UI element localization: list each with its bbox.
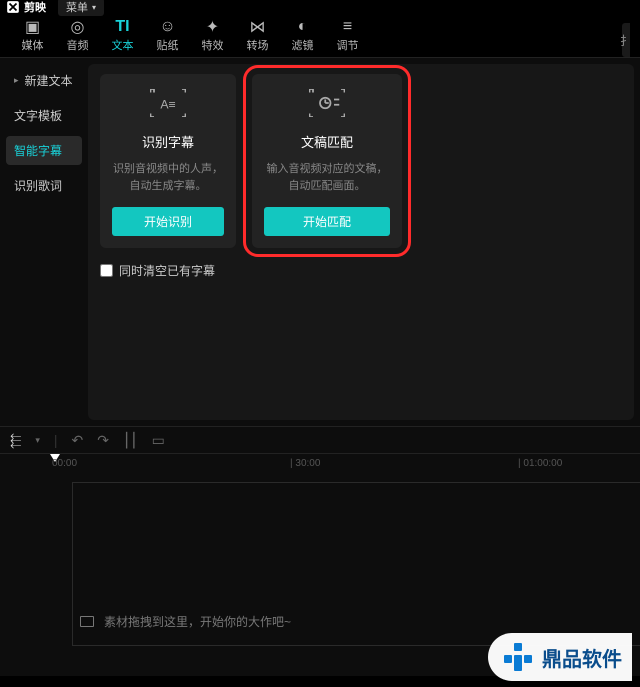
sidebar-item-label: 文字模板 xyxy=(14,107,62,124)
clear-captions-checkbox[interactable]: 同时清空已有字幕 xyxy=(100,262,622,279)
pointer-tool-icon[interactable]: ⬱ xyxy=(10,432,21,449)
app-name: 剪映 xyxy=(24,0,46,15)
main-panel: 新建文本 文字模板 智能字幕 识别歌词 A≡ 识别字幕 识别音视频中的人声，自动… xyxy=(0,58,640,426)
app-logo-icon xyxy=(6,0,20,14)
ruler-time-1: | 30:00 xyxy=(290,458,320,469)
card-title: 文稿匹配 xyxy=(301,132,353,151)
menu-dropdown[interactable]: 菜单 ▾ xyxy=(58,0,104,16)
sidebar-item-lyrics[interactable]: 识别歌词 xyxy=(6,171,82,200)
tab-label: 贴纸 xyxy=(157,37,179,53)
text-icon: TI xyxy=(115,17,129,37)
start-recognize-button[interactable]: 开始识别 xyxy=(112,207,224,236)
tab-label: 调节 xyxy=(337,37,359,53)
tab-media[interactable]: ▣ 媒体 xyxy=(10,17,55,57)
media-icon: ▣ xyxy=(25,17,40,37)
card-recognize-caption: A≡ 识别字幕 识别音视频中的人声，自动生成字幕。 开始识别 xyxy=(100,74,236,248)
card-title: 识别字幕 xyxy=(142,132,194,151)
tool-tabs: ▣ 媒体 ◎ 音频 TI 文本 ☺ 贴纸 ✦ 特效 ⋈ 转场 ◐ 滤镜 ≡ 调节… xyxy=(0,14,640,58)
sticker-icon: ☺ xyxy=(159,17,175,37)
timeline-ruler[interactable]: 00:00 | 30:00 | 01:00:00 xyxy=(0,454,640,476)
caption-icon: A≡ xyxy=(150,88,186,118)
filter-icon: ◐ xyxy=(298,17,308,37)
sidebar-item-label: 新建文本 xyxy=(25,72,73,89)
effects-icon: ✦ xyxy=(206,17,219,37)
tab-label: 文本 xyxy=(112,37,134,53)
sidebar-item-text-template[interactable]: 文字模板 xyxy=(6,101,82,130)
audio-icon: ◎ xyxy=(71,17,85,37)
card-script-match: 文稿匹配 输入音视频对应的文稿，自动匹配画面。 开始匹配 xyxy=(252,74,402,248)
tab-effects[interactable]: ✦ 特效 xyxy=(190,17,235,57)
tab-label: 特效 xyxy=(202,37,224,53)
ruler-time-0: 00:00 xyxy=(52,458,77,469)
drop-hint: 素材拖拽到这里，开始你的大作吧~ xyxy=(80,613,291,630)
tab-label: 音频 xyxy=(67,37,89,53)
ruler-time-2: | 01:00:00 xyxy=(518,458,562,469)
tab-label: 媒体 xyxy=(22,37,44,53)
sidebar-item-label: 识别歌词 xyxy=(14,177,62,194)
divider: | xyxy=(54,432,58,448)
chevron-down-icon: ▾ xyxy=(92,3,96,12)
svg-text:A≡: A≡ xyxy=(160,97,175,111)
content-area: A≡ 识别字幕 识别音视频中的人声，自动生成字幕。 开始识别 xyxy=(88,64,634,420)
clear-captions-label: 同时清空已有字幕 xyxy=(119,262,215,279)
tab-sticker[interactable]: ☺ 贴纸 xyxy=(145,17,190,57)
tab-adjust[interactable]: ≡ 调节 xyxy=(325,17,370,57)
drop-hint-text: 素材拖拽到这里，开始你的大作吧~ xyxy=(104,613,291,630)
watermark-logo-icon xyxy=(502,641,534,673)
right-panel-stub[interactable]: 扌 xyxy=(622,23,630,57)
undo-icon[interactable]: ↶ xyxy=(72,432,84,449)
watermark: 鼎品软件 xyxy=(488,633,632,681)
clear-captions-input[interactable] xyxy=(100,264,113,277)
tab-audio[interactable]: ◎ 音频 xyxy=(55,17,100,57)
menu-label: 菜单 xyxy=(66,0,88,15)
timeline-toolbar: ⬱ ▾ | ↶ ↷ ⎮⎮ ▭ xyxy=(0,426,640,454)
titlebar: 剪映 菜单 ▾ xyxy=(0,0,640,14)
delete-icon[interactable]: ▭ xyxy=(152,432,165,449)
cards-row: A≡ 识别字幕 识别音视频中的人声，自动生成字幕。 开始识别 xyxy=(100,74,622,248)
clip-icon xyxy=(80,616,94,627)
transition-icon: ⋈ xyxy=(250,17,266,37)
tab-filter[interactable]: ◐ 滤镜 xyxy=(280,17,325,57)
tab-label: 滤镜 xyxy=(292,37,314,53)
watermark-text: 鼎品软件 xyxy=(542,643,622,672)
sidebar-item-smart-caption[interactable]: 智能字幕 xyxy=(6,136,82,165)
sidebar-item-new-text[interactable]: 新建文本 xyxy=(6,66,82,95)
tab-label: 转场 xyxy=(247,37,269,53)
card-desc: 输入音视频对应的文稿，自动匹配画面。 xyxy=(264,161,390,195)
script-match-icon xyxy=(309,88,345,118)
tab-text[interactable]: TI 文本 xyxy=(100,17,145,57)
tab-transition[interactable]: ⋈ 转场 xyxy=(235,17,280,57)
chevron-down-icon[interactable]: ▾ xyxy=(35,435,40,446)
adjust-icon: ≡ xyxy=(343,17,352,37)
split-icon[interactable]: ⎮⎮ xyxy=(123,432,138,449)
start-match-button[interactable]: 开始匹配 xyxy=(264,207,390,236)
card-desc: 识别音视频中的人声，自动生成字幕。 xyxy=(112,161,224,195)
sidebar: 新建文本 文字模板 智能字幕 识别歌词 xyxy=(0,58,88,426)
sidebar-item-label: 智能字幕 xyxy=(14,142,62,159)
redo-icon[interactable]: ↷ xyxy=(97,432,109,449)
